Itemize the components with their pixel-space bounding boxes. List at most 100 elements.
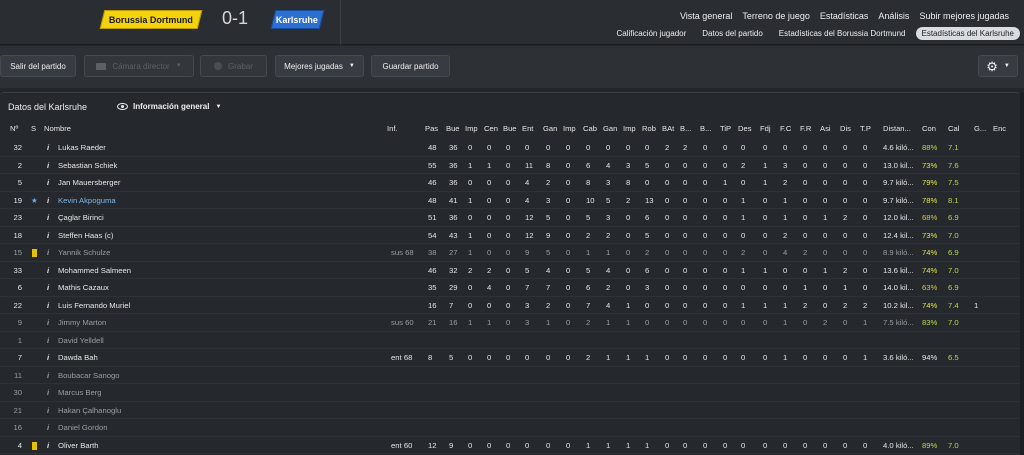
column-header[interactable]: B...: [680, 124, 691, 133]
table-row[interactable]: 5 i Jan Mauersberger 46 36 0 0 0 4 2 0 8 3 8 0 0 0 0 1 0 1 2 0…: [0, 174, 1020, 192]
best-moments-dropdown[interactable]: Mejores jugadas ▼: [275, 55, 364, 77]
player-name[interactable]: Lukas Raeder: [58, 143, 106, 152]
column-header[interactable]: Cal: [948, 124, 959, 133]
table-row[interactable]: 18 i Steffen Haas (c) 54 43 1 0 0 12 9 0 2 2 0 5 0 0 0 0 0 0…: [0, 227, 1020, 244]
column-header[interactable]: Inf.: [387, 124, 398, 133]
settings-button[interactable]: ⚙ ▼: [978, 55, 1018, 77]
column-header[interactable]: F.C: [780, 124, 791, 133]
player-name[interactable]: Mohammed Salmeen: [58, 266, 131, 275]
column-header[interactable]: Dis: [840, 124, 851, 133]
column-header[interactable]: Bue: [446, 124, 460, 133]
player-name[interactable]: Daniel Gordon: [58, 423, 108, 432]
table-row[interactable]: 7 i Dawda Bah ent 68 8 5 0 0 0 0 0 0 2 1 1 1 0 0 0 0 0 0 1 0 0 0 1…: [0, 349, 1020, 367]
table-row[interactable]: 33 i Mohammed Salmeen 46 32 2 2 0 5 4 0 5 4 0 6 0 0 0 0 1 1 0…: [0, 262, 1020, 279]
table-row[interactable]: 9 i Jimmy Marton sus 60 21 16 1 1 0 3 1 0 2 1 1 0 0 0 0 0 0 0…: [0, 314, 1020, 332]
column-header[interactable]: Imp: [623, 124, 636, 133]
table-row[interactable]: 4 i Oliver Barth ent 60 12 9 0 0 0 0 0 0 1 1 1 1 0 0 0 0 0 0 0…: [0, 437, 1020, 454]
info-icon[interactable]: i: [47, 301, 49, 310]
info-icon[interactable]: i: [47, 231, 49, 240]
away-team-badge[interactable]: Karlsruhe: [270, 10, 325, 29]
player-name[interactable]: Jan Mauersberger: [58, 178, 120, 187]
column-header[interactable]: Bue: [503, 124, 517, 133]
column-header[interactable]: Con: [922, 124, 936, 133]
column-header[interactable]: BAt: [662, 124, 674, 133]
info-icon[interactable]: i: [47, 178, 49, 187]
nav-tab-0[interactable]: Vista general: [675, 11, 737, 21]
column-header[interactable]: Cen: [484, 124, 498, 133]
player-name[interactable]: Marcus Berg: [58, 388, 102, 397]
info-icon[interactable]: i: [47, 406, 49, 415]
column-header[interactable]: Imp: [465, 124, 478, 133]
info-icon[interactable]: i: [47, 441, 49, 450]
player-name[interactable]: Sebastian Schiek: [58, 161, 117, 170]
info-icon[interactable]: i: [47, 423, 49, 432]
column-header[interactable]: Rob: [642, 124, 656, 133]
view-selector[interactable]: Información general ▼: [117, 102, 221, 111]
column-header[interactable]: Distan...: [883, 124, 911, 133]
column-header[interactable]: TiP: [720, 124, 731, 133]
info-icon[interactable]: i: [47, 353, 49, 362]
column-header[interactable]: Gan: [543, 124, 557, 133]
column-header[interactable]: G...: [974, 124, 986, 133]
info-icon[interactable]: i: [47, 336, 49, 345]
table-row[interactable]: 16 i Daniel Gordon: [0, 419, 1020, 437]
nav-tab-4[interactable]: Subir mejores jugadas: [914, 11, 1014, 21]
column-header[interactable]: Pas: [425, 124, 438, 133]
subnav-tab-0[interactable]: Calificación jugador: [610, 27, 692, 40]
column-header[interactable]: Asi: [820, 124, 831, 133]
player-name[interactable]: Dawda Bah: [58, 353, 98, 362]
info-icon[interactable]: i: [47, 196, 49, 205]
subnav-tab-1[interactable]: Datos del partido: [696, 27, 768, 40]
player-name[interactable]: Kevin Akpoguma: [58, 196, 116, 205]
table-row[interactable]: 11 i Boubacar Sanogo: [0, 367, 1020, 384]
info-icon[interactable]: i: [47, 388, 49, 397]
info-icon[interactable]: i: [47, 371, 49, 380]
player-name[interactable]: Boubacar Sanogo: [58, 371, 120, 380]
player-name[interactable]: David Yelldell: [58, 336, 104, 345]
table-row[interactable]: 1 i David Yelldell: [0, 332, 1020, 349]
table-row[interactable]: 21 i Hakan Çalhanoglu: [0, 402, 1020, 419]
player-name[interactable]: Jimmy Marton: [58, 318, 106, 327]
scrollbar[interactable]: [1020, 93, 1024, 455]
column-header[interactable]: Gan: [603, 124, 617, 133]
exit-match-button[interactable]: Salir del partido: [0, 55, 76, 77]
table-row[interactable]: 2 i Sebastian Schiek 55 36 1 1 0 11 8 0 6 4 3 5 0 0 0 0 2 1 3…: [0, 157, 1020, 174]
save-match-button[interactable]: Guardar partido: [371, 55, 450, 77]
info-icon[interactable]: i: [47, 318, 49, 327]
table-row[interactable]: 19 ★ i Kevin Akpoguma 48 41 1 0 0 4 3 0 10 5 2 13 0 0 0 0 1 0…: [0, 192, 1020, 209]
column-header[interactable]: Des: [738, 124, 752, 133]
record-button[interactable]: Grabar: [200, 55, 267, 77]
info-icon[interactable]: i: [47, 248, 49, 257]
column-header[interactable]: Nombre: [44, 124, 71, 133]
home-team-badge[interactable]: Borussia Dortmund: [99, 10, 203, 29]
info-icon[interactable]: i: [47, 213, 49, 222]
table-row[interactable]: 23 i Çaglar Birinci 51 36 0 0 0 12 5 0 5 3 0 6 0 0 0 0 1 0 1 0…: [0, 209, 1020, 227]
subnav-tab-3[interactable]: Estadísticas del Karlsruhe: [915, 27, 1020, 40]
subnav-tab-2[interactable]: Estadísticas del Borussia Dortmund: [773, 27, 912, 40]
table-row[interactable]: 6 i Mathis Cazaux 35 29 0 4 0 7 7 0 6 2 0 3 0 0 0 0 0 0 0 1 0 1 0…: [0, 279, 1020, 297]
column-header[interactable]: Imp: [563, 124, 576, 133]
column-header[interactable]: Enc: [993, 124, 1006, 133]
nav-tab-3[interactable]: Análisis: [873, 11, 914, 21]
info-icon[interactable]: i: [47, 143, 49, 152]
director-camera-button[interactable]: Cámara director ▼: [84, 55, 194, 77]
column-header[interactable]: S: [31, 124, 36, 133]
nav-tab-1[interactable]: Terreno de juego: [737, 11, 815, 21]
nav-tab-2[interactable]: Estadísticas: [815, 11, 874, 21]
column-header[interactable]: Nº: [10, 124, 18, 133]
column-header[interactable]: Fdj: [760, 124, 771, 133]
table-row[interactable]: 22 i Luis Fernando Muriel 16 7 0 0 0 3 2 0 7 4 1 0 0 0 0 0…: [0, 297, 1020, 314]
player-name[interactable]: Yannik Schulze: [58, 248, 110, 257]
table-row[interactable]: 15 i Yannik Schulze sus 68 38 27 1 0 0 9 5 0 1 1 0 2 0 0 0…: [0, 244, 1020, 262]
info-icon[interactable]: i: [47, 161, 49, 170]
table-row[interactable]: 32 i Lukas Raeder 48 36 0 0 0 0 0 0 0 0 0 0 2 2 0 0 0 0 0 0 0 0 0…: [0, 139, 1020, 157]
column-header[interactable]: Cab: [583, 124, 597, 133]
player-name[interactable]: Oliver Barth: [58, 441, 99, 450]
player-name[interactable]: Mathis Cazaux: [58, 283, 109, 292]
column-header[interactable]: T.P: [860, 124, 871, 133]
column-header[interactable]: Ent: [522, 124, 533, 133]
column-header[interactable]: F.R: [800, 124, 811, 133]
info-icon[interactable]: i: [47, 266, 49, 275]
player-name[interactable]: Hakan Çalhanoglu: [58, 406, 121, 415]
column-header[interactable]: B...: [700, 124, 711, 133]
